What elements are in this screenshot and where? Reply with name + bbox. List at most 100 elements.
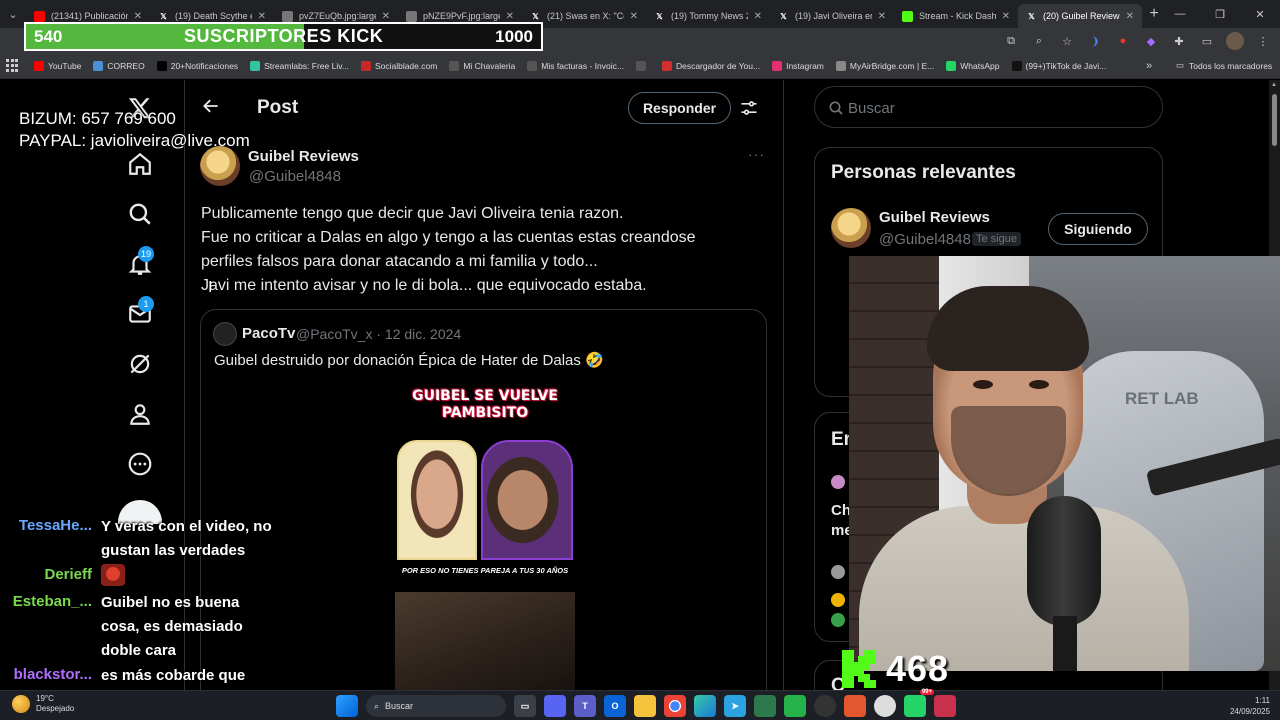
author-avatar[interactable] <box>200 146 240 186</box>
profile-icon[interactable] <box>112 392 168 436</box>
bookmark-item[interactable]: CORREO <box>87 61 150 71</box>
bookmark-item[interactable]: Descargador de You... <box>656 61 766 71</box>
bookmark-item[interactable]: Mi Chavaleria <box>443 61 521 71</box>
bookmark-star-icon[interactable]: ☆ <box>1058 32 1076 50</box>
chat-username[interactable]: Esteban_... <box>13 593 92 610</box>
restore-icon[interactable]: ❐ <box>1200 0 1240 28</box>
extension-purple-icon[interactable]: ◆ <box>1142 32 1160 50</box>
obs-icon[interactable] <box>814 695 836 717</box>
relevant-avatar[interactable] <box>831 208 871 248</box>
tab-close-icon[interactable]: ✕ <box>1126 11 1134 22</box>
outlook-icon[interactable]: O <box>604 695 626 717</box>
globe-app-icon[interactable] <box>754 695 776 717</box>
extension-red-icon[interactable]: ● <box>1114 32 1132 50</box>
bookmark-item[interactable]: MyAirBridge.com | E... <box>830 61 940 71</box>
telegram-icon[interactable]: ➤ <box>724 695 746 717</box>
tab-close-icon[interactable]: ✕ <box>878 11 886 22</box>
zoom-icon[interactable]: ⌕ <box>1030 32 1048 50</box>
notifications-icon[interactable]: 19 <box>112 242 168 286</box>
tab-close-icon[interactable]: ✕ <box>134 11 142 22</box>
tab-close-icon[interactable]: ✕ <box>506 11 514 22</box>
bookmark-item[interactable]: WhatsApp <box>940 61 1005 71</box>
scroll-up-icon[interactable]: ▲ <box>1271 82 1277 88</box>
profile-avatar[interactable] <box>1226 32 1244 50</box>
close-window-icon[interactable]: ✕ <box>1240 0 1280 28</box>
tab-close-icon[interactable]: ✕ <box>630 11 638 22</box>
chat-username[interactable]: TessaHe... <box>19 517 92 534</box>
search-input[interactable]: Buscar <box>814 86 1163 128</box>
bookmark-item[interactable]: YouTube <box>28 61 87 71</box>
author-name[interactable]: Guibel Reviews <box>248 148 359 165</box>
x-icon: 𝕏 <box>160 11 167 21</box>
orange-app-icon[interactable] <box>844 695 866 717</box>
discord-icon[interactable] <box>544 695 566 717</box>
following-button[interactable]: Siguiendo <box>1048 213 1148 245</box>
reply-settings-icon[interactable] <box>739 98 759 123</box>
bookmark-item[interactable]: (99+)TikTok de Javi... <box>1006 61 1113 71</box>
tab-search-chevron-icon[interactable]: ⌄ <box>0 0 26 28</box>
bookmarks-more-icon[interactable]: » <box>1146 60 1152 72</box>
explore-search-icon[interactable] <box>112 192 168 236</box>
kick-viewer-count: 468 <box>886 648 950 689</box>
back-arrow-icon[interactable] <box>201 96 221 121</box>
bookmark-item[interactable] <box>630 61 656 71</box>
messages-badge: 1 <box>138 296 154 312</box>
bookmark-label: Mi Chavaleria <box>463 61 516 71</box>
edge-icon[interactable] <box>694 695 716 717</box>
apps-grid-icon[interactable] <box>6 59 20 73</box>
post-more-icon[interactable]: ··· <box>748 146 765 162</box>
tab-close-icon[interactable]: ✕ <box>382 11 390 22</box>
quote-author-avatar[interactable] <box>213 322 237 346</box>
weather-widget[interactable]: 19°C Despejado <box>12 694 74 714</box>
bookmark-label: Mis facturas - Invoic... <box>541 61 624 71</box>
author-handle[interactable]: @Guibel4848 <box>249 168 341 185</box>
windows-start-icon[interactable] <box>336 695 358 717</box>
relevant-name[interactable]: Guibel Reviews <box>879 209 990 226</box>
more-icon[interactable] <box>112 442 168 486</box>
reply-button[interactable]: Responder <box>628 92 731 124</box>
subscriber-label: SUSCRIPTORES KICK <box>184 26 384 46</box>
browser-tab[interactable]: 𝕏 (20) Guibel Reviews e ✕ <box>1018 4 1142 28</box>
grok-icon[interactable] <box>112 342 168 386</box>
bookmark-item[interactable]: Streamlabs: Free Liv... <box>244 61 355 71</box>
browser-menu-icon[interactable]: ⋮ <box>1254 32 1272 50</box>
extensions-icon[interactable]: ✚ <box>1170 32 1188 50</box>
scrollbar-thumb[interactable] <box>1272 94 1277 146</box>
chat-username[interactable]: blackstor... <box>14 666 92 683</box>
tab-title: (19) Death Scythe en <box>175 11 252 21</box>
bookmark-item[interactable]: 20+Notificaciones <box>151 61 244 71</box>
browser-tab[interactable]: Stream - Kick Dashbo ✕ <box>894 4 1018 28</box>
task-view-icon[interactable]: ▭ <box>514 695 536 717</box>
extension-icon[interactable]: ❩ <box>1086 32 1104 50</box>
browser-tab[interactable]: 𝕏 (19) Javi Oliveira en X ✕ <box>770 4 894 28</box>
tab-close-icon[interactable]: ✕ <box>1002 11 1010 22</box>
globe-icon <box>406 10 417 22</box>
chat-text: Guibel no es buena cosa, es demasiado dobl… <box>101 591 291 663</box>
chat-username[interactable]: Derieff <box>44 566 92 583</box>
chrome-icon[interactable] <box>664 695 686 717</box>
system-clock[interactable]: 1:11 24/09/2025 <box>1230 695 1270 717</box>
screenshot-app-icon[interactable] <box>934 695 956 717</box>
quote-video-thumbnail[interactable]: GUIBEL SE VUELVE PAMBISITO POR ESO NO TI… <box>395 382 575 692</box>
sidebar-icon[interactable]: ▭ <box>1198 32 1216 50</box>
install-app-icon[interactable]: ⧉ <box>1002 32 1020 50</box>
circle-app-icon[interactable] <box>874 695 896 717</box>
relevant-handle[interactable]: @Guibel4848 <box>879 231 971 248</box>
bookmark-label: Descargador de You... <box>675 61 761 71</box>
bookmark-item[interactable]: Socialblade.com <box>355 61 443 71</box>
whatsapp-icon[interactable]: 99+ <box>904 689 934 717</box>
tab-close-icon[interactable]: ✕ <box>754 11 762 22</box>
browser-tab[interactable]: 𝕏 (19) Tommy News 2 (✕ <box>646 4 770 28</box>
quote-author-name[interactable]: PacoTv <box>242 325 295 342</box>
teams-icon[interactable]: T <box>574 695 596 717</box>
messages-icon[interactable]: 1 <box>112 292 168 336</box>
all-bookmarks[interactable]: ▭ Todos los marcadores <box>1176 60 1272 71</box>
streamer-body <box>859 506 1189 671</box>
green-app-icon[interactable] <box>784 695 806 717</box>
bookmark-item[interactable]: Mis facturas - Invoic... <box>521 61 630 71</box>
bookmark-item[interactable]: Instagram <box>766 61 830 71</box>
tab-close-icon[interactable]: ✕ <box>258 11 266 22</box>
minimize-icon[interactable]: — <box>1160 0 1200 28</box>
file-explorer-icon[interactable] <box>634 695 656 717</box>
taskbar-search[interactable]: ⌕ Buscar <box>366 695 506 717</box>
